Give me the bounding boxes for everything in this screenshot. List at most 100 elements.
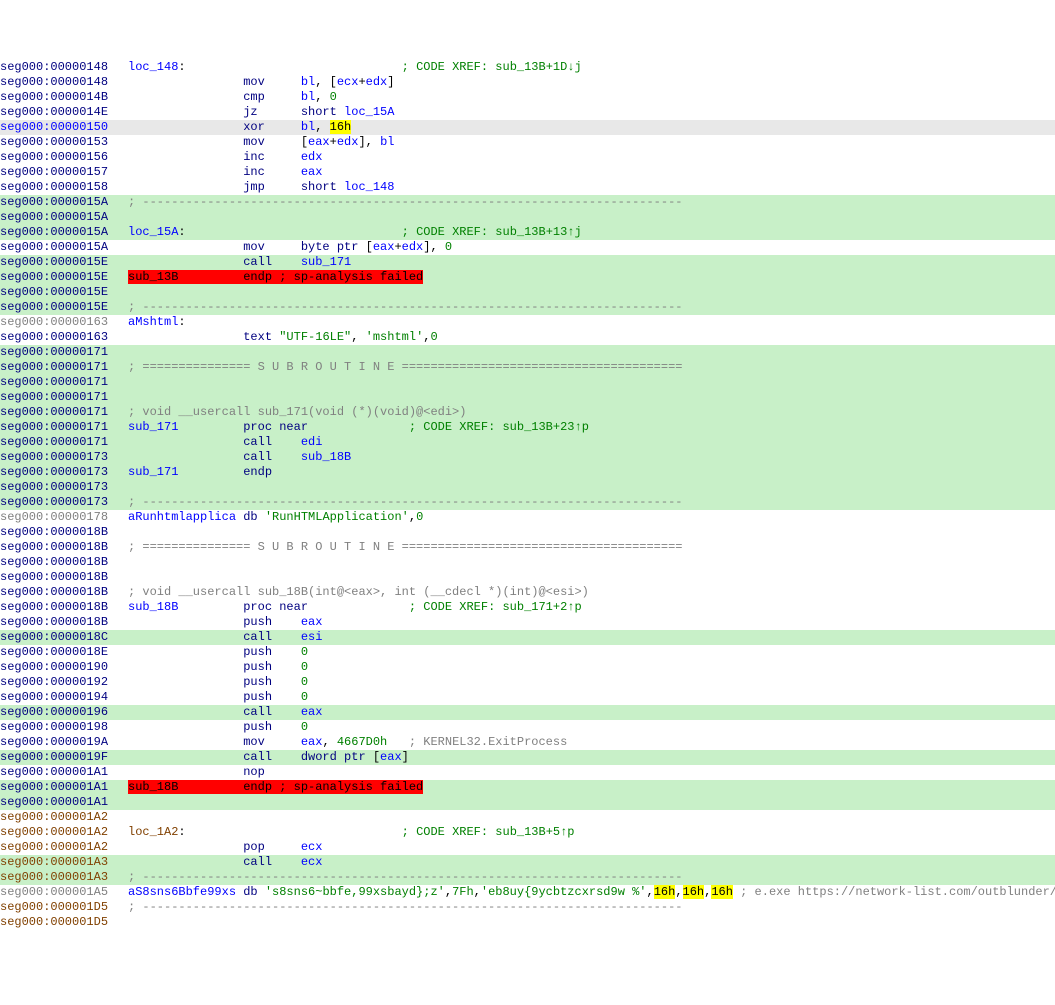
address-column: seg000:00000148 [0,60,128,75]
disassembly-line[interactable]: seg000:00000163 aMshtml: [0,315,1055,330]
code-token: ecx [301,855,323,869]
disassembly-line[interactable]: seg000:0000015A ; ----------------------… [0,195,1055,210]
disassembly-line[interactable]: seg000:0000015A loc_15A: ; CODE XREF: su… [0,225,1055,240]
disassembly-line[interactable]: seg000:0000015E ; ----------------------… [0,300,1055,315]
disassembly-line[interactable]: seg000:00000171 ; =============== S U B … [0,360,1055,375]
disassembly-line[interactable]: seg000:00000148 mov bl, [ecx+edx] [0,75,1055,90]
disassembly-line[interactable]: seg000:0000018B push eax [0,615,1055,630]
disassembly-line[interactable]: seg000:0000015E call sub_171 [0,255,1055,270]
disassembly-line[interactable]: seg000:0000018B ; void __usercall sub_18… [0,585,1055,600]
disassembly-line[interactable]: seg000:0000018B [0,570,1055,585]
code-token: aRunhtmlapplica [128,510,243,524]
instruction-content: mov byte ptr [eax+edx], 0 [128,240,1055,255]
code-token: 0 [430,330,437,344]
instruction-content: sub_18B endp ; sp-analysis failed [128,780,1055,795]
disassembly-line[interactable]: seg000:0000018B sub_18B proc near ; CODE… [0,600,1055,615]
disassembly-line[interactable]: seg000:00000194 push 0 [0,690,1055,705]
code-token: mov byte ptr [243,240,365,254]
address-column: seg000:000001A1 [0,795,128,810]
address-column: seg000:000001A3 [0,855,128,870]
disassembly-line[interactable]: seg000:00000171 ; void __usercall sub_17… [0,405,1055,420]
disassembly-line[interactable]: seg000:0000014B cmp bl, 0 [0,90,1055,105]
disassembly-line[interactable]: seg000:000001A1 sub_18B endp ; sp-analys… [0,780,1055,795]
disassembly-view[interactable]: seg000:00000148 loc_148: ; CODE XREF: su… [0,60,1055,930]
disassembly-line[interactable]: seg000:00000192 push 0 [0,675,1055,690]
disassembly-line[interactable]: seg000:0000015A [0,210,1055,225]
address-column: seg000:0000015A [0,210,128,225]
disassembly-line[interactable]: seg000:000001A1 nop [0,765,1055,780]
instruction-content: push 0 [128,720,1055,735]
code-token: call [243,855,301,869]
disassembly-line[interactable]: seg000:00000173 call sub_18B [0,450,1055,465]
disassembly-line[interactable]: seg000:00000158 jmp short loc_148 [0,180,1055,195]
disassembly-line[interactable]: seg000:00000173 [0,480,1055,495]
code-token: , [351,330,365,344]
instruction-content: mov bl, [ecx+edx] [128,75,1055,90]
code-token: bl [301,120,315,134]
disassembly-line[interactable]: seg000:00000171 call edi [0,435,1055,450]
disassembly-line[interactable]: seg000:00000153 mov [eax+edx], bl [0,135,1055,150]
disassembly-line[interactable]: seg000:0000018B [0,525,1055,540]
disassembly-line[interactable]: seg000:00000157 inc eax [0,165,1055,180]
code-token: + [330,135,337,149]
code-token: sub_171 [128,465,243,479]
code-token [128,330,243,344]
disassembly-line[interactable]: seg000:000001A2 pop ecx [0,840,1055,855]
instruction-content: loc_1A2: ; CODE XREF: sub_13B+5↑p [128,825,1055,840]
disassembly-line[interactable]: seg000:00000190 push 0 [0,660,1055,675]
code-token: ; --------------------------------------… [128,195,683,209]
disassembly-line[interactable]: seg000:0000015A mov byte ptr [eax+edx], … [0,240,1055,255]
disassembly-line[interactable]: seg000:00000163 text "UTF-16LE", 'mshtml… [0,330,1055,345]
code-token: edx [366,75,388,89]
code-token: proc near [243,600,409,614]
disassembly-line[interactable]: seg000:00000173 sub_171 endp [0,465,1055,480]
disassembly-line[interactable]: seg000:0000015E [0,285,1055,300]
disassembly-line[interactable]: seg000:00000156 inc edx [0,150,1055,165]
disassembly-line[interactable]: seg000:000001A5 aS8sns6Bbfe99xs db 's8sn… [0,885,1055,900]
disassembly-line[interactable]: seg000:00000148 loc_148: ; CODE XREF: su… [0,60,1055,75]
disassembly-line[interactable]: seg000:000001A3 ; ----------------------… [0,870,1055,885]
disassembly-line[interactable]: seg000:000001A2 loc_1A2: ; CODE XREF: su… [0,825,1055,840]
code-token [128,135,243,149]
disassembly-line[interactable]: seg000:0000019A mov eax, 4667D0h ; KERNE… [0,735,1055,750]
code-token: aMshtml [128,315,178,329]
address-column: seg000:00000171 [0,420,128,435]
code-token: 's8sns6~bbfe,99xsbayd};z' [265,885,445,899]
disassembly-line[interactable]: seg000:0000018B [0,555,1055,570]
disassembly-line[interactable]: seg000:0000018E push 0 [0,645,1055,660]
disassembly-line[interactable]: seg000:0000019F call dword ptr [eax] [0,750,1055,765]
disassembly-line[interactable]: seg000:0000018C call esi [0,630,1055,645]
code-token [128,660,243,674]
code-token: bl [301,90,315,104]
instruction-content: mov [eax+edx], bl [128,135,1055,150]
disassembly-line[interactable]: seg000:00000171 [0,390,1055,405]
disassembly-line[interactable]: seg000:00000196 call eax [0,705,1055,720]
disassembly-line[interactable]: seg000:0000014E jz short loc_15A [0,105,1055,120]
disassembly-line[interactable]: seg000:000001A2 [0,810,1055,825]
disassembly-line[interactable]: seg000:0000015E sub_13B endp ; sp-analys… [0,270,1055,285]
address-column: seg000:0000018B [0,570,128,585]
address-column: seg000:00000148 [0,75,128,90]
disassembly-line[interactable]: seg000:00000173 ; ----------------------… [0,495,1055,510]
disassembly-line[interactable]: seg000:00000150 xor bl, 16h [0,120,1055,135]
disassembly-line[interactable]: seg000:0000018B ; =============== S U B … [0,540,1055,555]
code-token: "UTF-16LE" [279,330,351,344]
address-column: seg000:0000015A [0,195,128,210]
code-token [128,690,243,704]
disassembly-line[interactable]: seg000:000001A3 call ecx [0,855,1055,870]
disassembly-line[interactable]: seg000:00000178 aRunhtmlapplica db 'RunH… [0,510,1055,525]
disassembly-line[interactable]: seg000:00000171 [0,375,1055,390]
address-column: seg000:00000198 [0,720,128,735]
disassembly-line[interactable]: seg000:00000198 push 0 [0,720,1055,735]
code-token: call [243,705,301,719]
code-token [128,750,243,764]
disassembly-line[interactable]: seg000:000001A1 [0,795,1055,810]
instruction-content: mov eax, 4667D0h ; KERNEL32.ExitProcess [128,735,1055,750]
disassembly-line[interactable]: seg000:00000171 sub_171 proc near ; CODE… [0,420,1055,435]
code-token: : [178,225,401,239]
disassembly-line[interactable]: seg000:000001D5 ; ----------------------… [0,900,1055,915]
disassembly-line[interactable]: seg000:00000171 [0,345,1055,360]
code-token: eax [308,135,330,149]
disassembly-line[interactable]: seg000:000001D5 [0,915,1055,930]
instruction-content: ; --------------------------------------… [128,195,1055,210]
